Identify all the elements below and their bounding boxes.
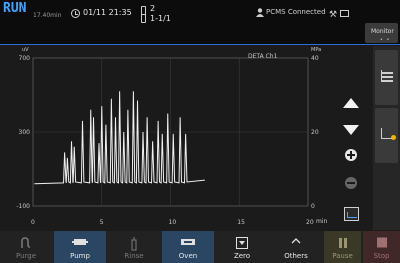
x-unit: min: [316, 218, 328, 225]
table-icon: [381, 70, 393, 82]
y-right-tick-label: 20: [311, 129, 319, 136]
clock-icon: [71, 9, 80, 18]
date-time: 01/11 21:35: [83, 8, 132, 17]
others-button[interactable]: Others: [270, 231, 322, 263]
scroll-down-button[interactable]: [343, 125, 359, 135]
zoom-out-button[interactable]: [345, 177, 357, 189]
oven-label: Oven: [178, 252, 198, 260]
wrench-icon[interactable]: ⚒: [329, 10, 337, 20]
stop-label: Stop: [373, 252, 390, 260]
y-right-unit: MPa: [311, 47, 321, 53]
purge-label: Purge: [15, 252, 37, 260]
x-tick-label: 15: [237, 219, 245, 226]
elapsed-time: 17.40min: [33, 12, 62, 19]
x-tick-label: 20: [306, 219, 314, 226]
zoom-in-button[interactable]: [345, 149, 357, 161]
rinse-icon: [131, 237, 137, 251]
rinse-button[interactable]: Rinse: [108, 231, 160, 263]
pump-label: Pump: [70, 252, 90, 260]
y-left-unit: uV: [22, 47, 29, 53]
chart-settings-icon: [381, 128, 396, 140]
purge-button[interactable]: Purge: [0, 231, 52, 263]
chevron-up-icon: [291, 238, 301, 244]
monitor-label: Monitor: [371, 28, 394, 35]
oven-button[interactable]: Oven: [162, 231, 214, 263]
scroll-up-button[interactable]: [343, 98, 359, 108]
x-tick-label: 10: [169, 219, 177, 226]
zero-button[interactable]: Zero: [216, 231, 268, 263]
pause-label: Pause: [332, 252, 353, 260]
x-tick-label: 0: [31, 219, 35, 226]
status-header: [0, 0, 400, 44]
y-left-tick-label: 300: [19, 129, 31, 136]
rinse-label: Rinse: [124, 252, 144, 260]
pause-button[interactable]: Pause: [324, 231, 361, 263]
monitor-page-dots: • •: [380, 37, 391, 43]
stop-icon: [376, 237, 387, 248]
computer-icon[interactable]: [340, 10, 349, 17]
vial-position: 1-1/1: [150, 14, 171, 23]
y-left-tick-label: 700: [19, 55, 31, 62]
run-status: RUN: [3, 1, 27, 16]
user-icon: [256, 8, 264, 17]
others-label: Others: [284, 252, 308, 260]
pump-button[interactable]: Pump: [54, 231, 106, 263]
zero-label: Zero: [233, 252, 251, 260]
purge-icon: [21, 237, 31, 248]
vial-number: 2: [150, 4, 156, 13]
chart-legend: DETA Ch1: [248, 53, 278, 60]
x-tick-label: 5: [100, 219, 104, 226]
autoscale-icon[interactable]: [344, 207, 359, 221]
pause-icon: [338, 238, 347, 248]
chromatogram-chart[interactable]: 0 5 10 15 20700300-10040200 DETA Ch1 uV MPa …: [0, 45, 340, 231]
vial-icon: [141, 6, 146, 23]
y-right-tick-label: 40: [311, 55, 319, 62]
y-right-tick-label: 0: [311, 203, 315, 210]
oven-icon: [181, 239, 195, 245]
y-left-tick-label: -100: [16, 203, 30, 210]
stop-button[interactable]: Stop: [363, 231, 400, 263]
zero-icon: [236, 237, 248, 249]
connection-status: PCMS Connected: [266, 8, 326, 16]
chromatogram-trace: [34, 91, 205, 185]
pump-icon: [72, 239, 88, 245]
